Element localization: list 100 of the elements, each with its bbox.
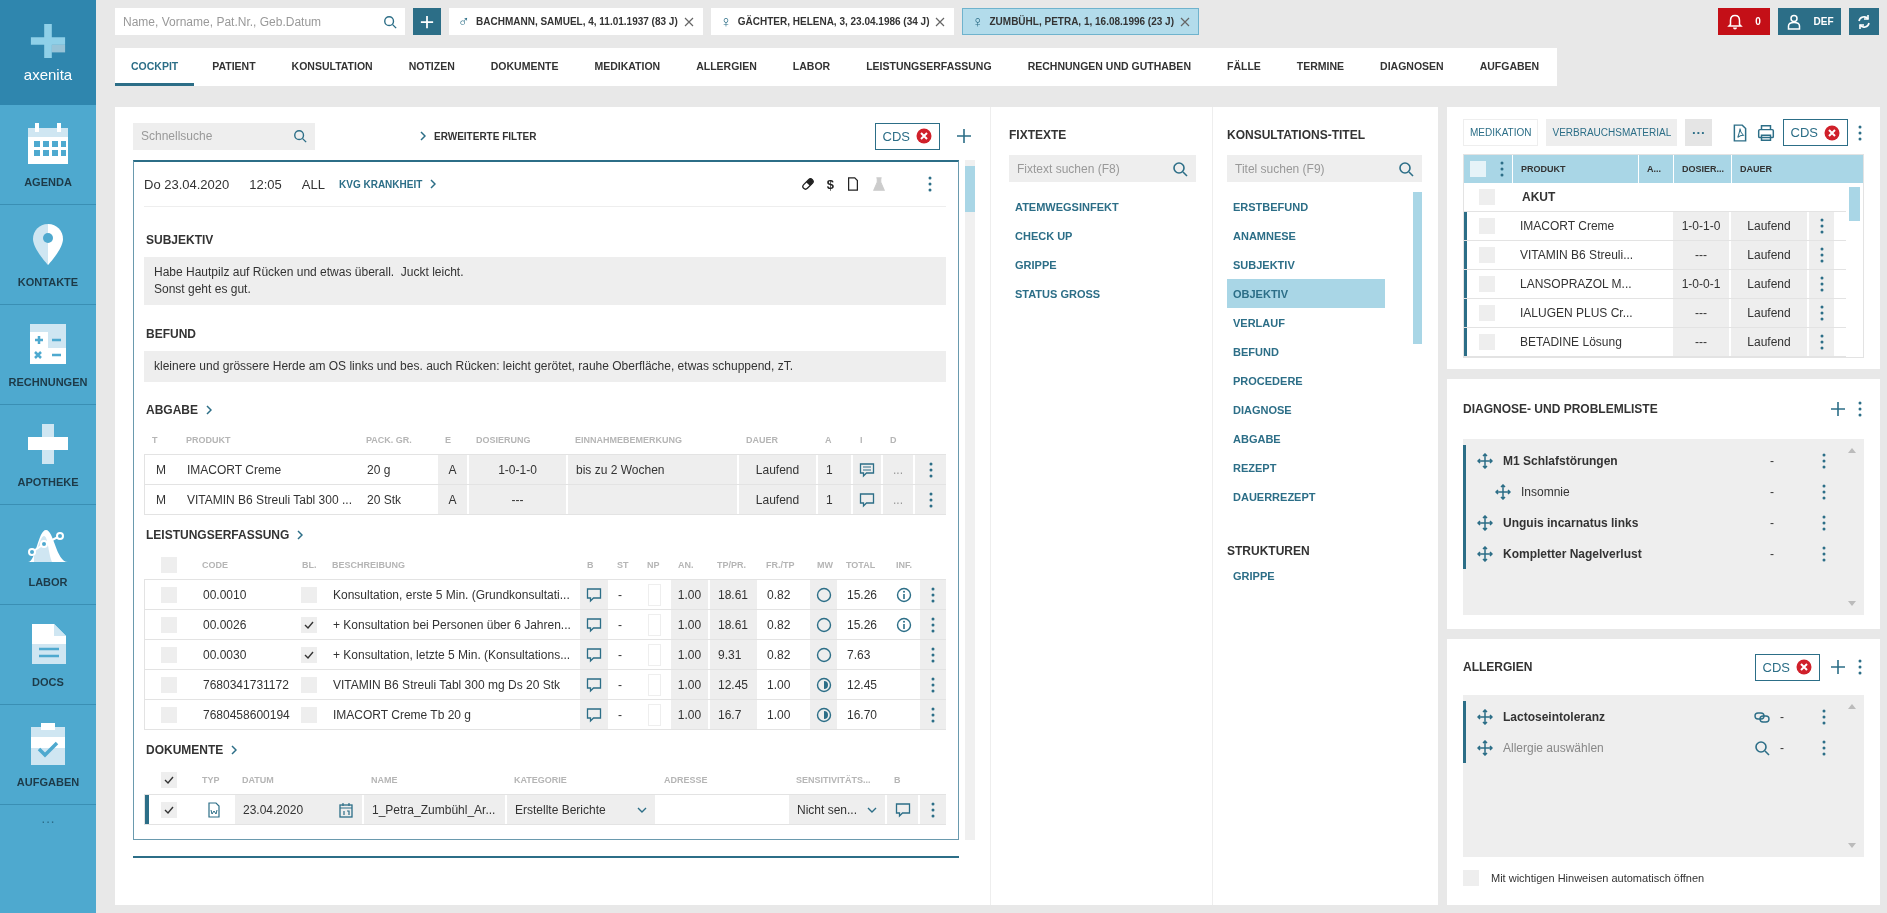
- checkbox[interactable]: [161, 772, 177, 788]
- more-button[interactable]: ···: [1685, 119, 1713, 146]
- move-icon[interactable]: [1477, 514, 1493, 531]
- comment-icon[interactable]: [586, 706, 602, 723]
- kebab-menu-icon[interactable]: [1820, 739, 1828, 756]
- close-icon[interactable]: [935, 16, 946, 27]
- chevron-icon[interactable]: [231, 745, 238, 755]
- sidebar-item[interactable]: AGENDA: [0, 105, 96, 205]
- kebab-menu-icon[interactable]: [929, 801, 937, 818]
- notifications-button[interactable]: 0: [1718, 8, 1770, 35]
- app-logo[interactable]: axenita: [0, 0, 96, 105]
- search-icon[interactable]: [383, 14, 397, 29]
- plus-icon[interactable]: [1830, 401, 1846, 417]
- checkbox[interactable]: [301, 646, 317, 663]
- sidebar-item[interactable]: LABOR: [0, 505, 96, 605]
- nav-tab[interactable]: DIAGNOSEN: [1362, 48, 1462, 86]
- circle-icon[interactable]: [815, 646, 832, 663]
- add-button[interactable]: [413, 8, 441, 35]
- kebab-menu-icon[interactable]: [926, 176, 934, 192]
- kebab-menu-icon[interactable]: [929, 616, 937, 633]
- move-icon[interactable]: [1495, 483, 1511, 500]
- nav-tab[interactable]: ALLERGIEN: [678, 48, 775, 86]
- nav-tab[interactable]: COCKPIT: [115, 48, 195, 86]
- comment-icon[interactable]: [894, 801, 911, 818]
- sidebar-item[interactable]: AUFGABEN: [0, 705, 96, 805]
- half-circle-icon[interactable]: [815, 706, 832, 723]
- medication-tab[interactable]: MEDIKATION: [1463, 119, 1539, 146]
- nav-tab[interactable]: RECHNUNGEN UND GUTHABEN: [1009, 48, 1209, 86]
- quick-search-field[interactable]: Schnellsuche: [133, 122, 315, 150]
- scrollbar-thumb[interactable]: [965, 166, 975, 212]
- title-item[interactable]: ABGABE: [1227, 424, 1385, 453]
- document-icon[interactable]: [846, 177, 860, 191]
- kebab-menu-icon[interactable]: [1820, 545, 1828, 562]
- kebab-menu-icon[interactable]: [929, 646, 937, 663]
- kebab-menu-icon[interactable]: [1820, 514, 1828, 531]
- move-icon[interactable]: [1477, 708, 1493, 725]
- move-icon[interactable]: [1477, 545, 1493, 562]
- extended-filter-link[interactable]: ERWEITERTE FILTER: [420, 130, 537, 142]
- nav-tab[interactable]: DOKUMENTE: [472, 48, 577, 86]
- info-icon[interactable]: [895, 616, 912, 633]
- half-circle-icon[interactable]: [815, 676, 832, 693]
- title-item[interactable]: SUBJEKTIV: [1227, 250, 1385, 279]
- user-button[interactable]: DEF: [1778, 8, 1841, 35]
- checkbox[interactable]: [161, 801, 177, 818]
- date-field[interactable]: 23.04.2020: [235, 795, 364, 824]
- title-item[interactable]: BEFUND: [1227, 337, 1385, 366]
- comment-icon[interactable]: [859, 491, 875, 508]
- comment-icon[interactable]: [586, 646, 602, 663]
- nav-tab[interactable]: KONSULTATION: [273, 48, 391, 86]
- fixtext-search-field[interactable]: Fixtext suchen (F8): [1009, 155, 1196, 182]
- plus-icon[interactable]: [956, 128, 972, 144]
- comment-icon[interactable]: [586, 616, 602, 633]
- calendar-icon[interactable]: [338, 801, 354, 818]
- kebab-menu-icon[interactable]: [929, 676, 937, 693]
- sidebar-item[interactable]: RECHNUNGEN: [0, 305, 96, 405]
- word-file-icon[interactable]: [206, 801, 222, 818]
- diagnosis-label[interactable]: Unguis incarnatus links: [1503, 515, 1760, 530]
- fixtext-item[interactable]: STATUS GROSS: [1009, 279, 1196, 308]
- fixtext-item[interactable]: ATEMWEGSINFEKT: [1009, 192, 1196, 221]
- search-icon[interactable]: [1172, 160, 1188, 177]
- chevron-icon[interactable]: [297, 530, 304, 540]
- pill-icon[interactable]: [800, 177, 815, 191]
- checkbox[interactable]: [301, 616, 317, 633]
- nav-tab[interactable]: LABOR: [774, 48, 849, 86]
- sensitivity-dropdown[interactable]: Nicht sen...: [789, 795, 887, 824]
- allergy-picker[interactable]: Allergie auswählen: [1503, 740, 1744, 755]
- kebab-menu-icon[interactable]: [929, 706, 937, 723]
- nav-tab[interactable]: AUFGABEN: [1461, 48, 1558, 86]
- title-item[interactable]: OBJEKTIV: [1227, 279, 1385, 308]
- patient-tab[interactable]: ♂ BACHMANN, SAMUEL, 4, 11.01.1937 (83 J): [449, 8, 703, 35]
- comment-icon[interactable]: [586, 676, 602, 693]
- sidebar-item[interactable]: APOTHEKE: [0, 405, 96, 505]
- nav-tab[interactable]: TERMINE: [1278, 48, 1363, 86]
- patient-tab[interactable]: ♀ ZUMBÜHL, PETRA, 1, 16.08.1996 (23 J): [962, 8, 1199, 35]
- diagnosis-label[interactable]: Kompletter Nagelverlust: [1503, 546, 1760, 561]
- title-item[interactable]: DIAGNOSE: [1227, 395, 1385, 424]
- kebab-menu-icon[interactable]: [1820, 483, 1828, 500]
- fixtext-item[interactable]: CHECK UP: [1009, 221, 1196, 250]
- title-item[interactable]: ERSTBEFUND: [1227, 192, 1385, 221]
- patient-search-field[interactable]: Name, Vorname, Pat.Nr., Geb.Datum: [115, 8, 405, 35]
- comment-icon[interactable]: [586, 586, 602, 603]
- title-item[interactable]: REZEPT: [1227, 453, 1385, 482]
- kebab-menu-icon[interactable]: [1820, 708, 1828, 725]
- cds-button[interactable]: CDS: [874, 122, 940, 150]
- kebab-menu-icon[interactable]: [1820, 452, 1828, 469]
- print-icon[interactable]: [1756, 123, 1775, 142]
- nav-tab[interactable]: NOTIZEN: [390, 48, 473, 86]
- diagnosis-label[interactable]: Insomnie: [1521, 484, 1760, 499]
- nav-tab[interactable]: MEDIKATION: [576, 48, 679, 86]
- cds-button[interactable]: CDS: [1782, 119, 1848, 146]
- kebab-menu-icon[interactable]: [1856, 401, 1864, 417]
- billing-symbol[interactable]: $: [826, 176, 834, 192]
- nav-tab[interactable]: LEISTUNGSERFASSUNG: [848, 48, 1010, 86]
- chevron-icon[interactable]: [206, 405, 212, 415]
- scrollbar-thumb[interactable]: [1849, 187, 1860, 221]
- circle-icon[interactable]: [815, 586, 832, 603]
- kebab-menu-icon[interactable]: [929, 586, 937, 603]
- title-search-field[interactable]: Titel suchen (F9): [1227, 155, 1422, 182]
- allergy-label[interactable]: Lactoseintoleranz: [1503, 709, 1744, 724]
- comment-filled-icon[interactable]: [859, 461, 875, 478]
